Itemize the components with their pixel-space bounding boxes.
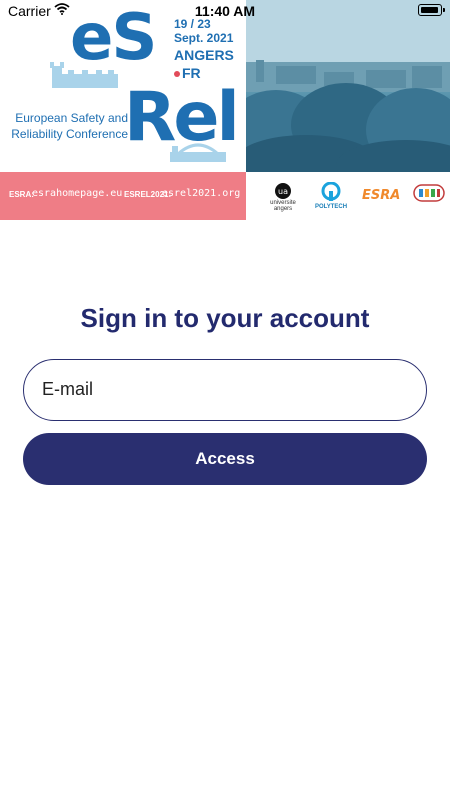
red-dot-icon [174, 71, 180, 77]
angers-logo-icon [413, 184, 445, 202]
links-bar: ESRA: esrahomepage.eu ESREL2021: esrel20… [0, 172, 246, 220]
polytech-logo: POLYTECH [314, 181, 348, 210]
bridge-skyline-icon [170, 143, 226, 162]
partner-logos: ua universite angers POLYTECH ESRA [246, 172, 450, 220]
conference-name-line2: Reliability Conference [11, 127, 128, 141]
email-input[interactable] [42, 360, 410, 419]
ua-icon: ua [275, 183, 291, 199]
battery-icon [418, 4, 445, 16]
polytech-icon [321, 181, 341, 201]
angers-city-photo [246, 0, 450, 172]
conference-banner: eS 19 / 23 Sept. 2021 ANGERS FR European… [0, 0, 450, 220]
polytech-caption: POLYTECH [314, 204, 348, 210]
email-field[interactable] [23, 359, 427, 421]
ua-caption-line2: angers [273, 206, 293, 212]
conference-name-line1: European Safety and [15, 111, 128, 125]
status-bar: Carrier 11:40 AM [0, 0, 450, 22]
conference-name: European Safety and Reliability Conferen… [10, 110, 128, 142]
angers-city-logo [412, 182, 446, 209]
event-dates-line2: Sept. 2021 [174, 31, 234, 45]
universite-angers-logo: ua universite angers [268, 182, 298, 212]
esra-link[interactable]: esrahomepage.eu [32, 188, 122, 199]
banner-brand-panel: eS 19 / 23 Sept. 2021 ANGERS FR European… [0, 0, 246, 172]
svg-text:ua: ua [278, 187, 288, 196]
esra-logo: ESRA [362, 188, 401, 203]
event-city: ANGERS [174, 47, 234, 63]
esra-label: ESRA: [9, 190, 34, 199]
clock-time: 11:40 AM [194, 3, 256, 19]
esrel-link[interactable]: esrel2021.org [162, 188, 240, 199]
access-button[interactable]: Access [23, 433, 427, 485]
signin-title: Sign in to your account [80, 303, 370, 333]
